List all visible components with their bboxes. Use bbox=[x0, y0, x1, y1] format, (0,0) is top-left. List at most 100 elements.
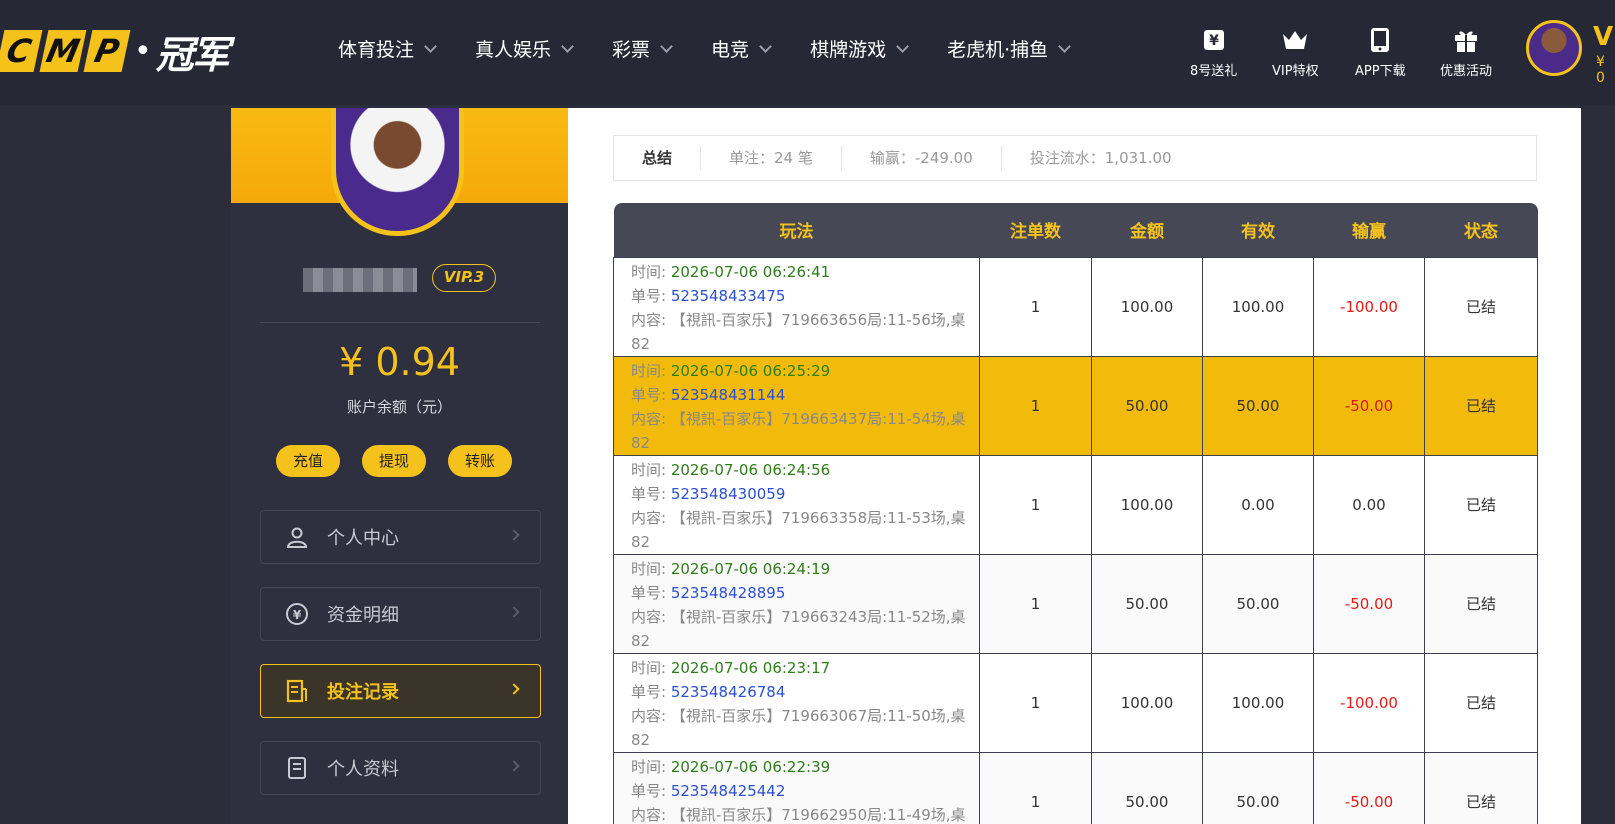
bet-time: 2026-07-06 06:26:41 bbox=[670, 262, 831, 281]
summary-bet-count: 单注：24 笔 bbox=[701, 146, 842, 170]
avatar bbox=[331, 108, 464, 236]
bet-records-table: 玩法 注单数 金额 有效 输赢 状态 时间: 2026-07-06 06:26:… bbox=[613, 203, 1538, 824]
bet-info-cell: 时间: 2026-07-06 06:25:29 单号: 523548431144… bbox=[613, 355, 980, 456]
logo-dot: • bbox=[134, 33, 152, 69]
sidebar-item-profile[interactable]: 个人资料 bbox=[260, 741, 541, 795]
time-label: 时间: bbox=[631, 757, 667, 776]
nav-sports[interactable]: 体育投注 bbox=[338, 35, 437, 62]
deposit-button[interactable]: 充值 bbox=[276, 445, 340, 477]
gift-box-icon bbox=[1453, 26, 1479, 54]
chevron-down-icon bbox=[759, 39, 772, 53]
quick-link-promotions[interactable]: 优惠活动 bbox=[1440, 26, 1492, 79]
header-avatar[interactable] bbox=[1526, 20, 1582, 76]
nav-label: 彩票 bbox=[612, 39, 651, 61]
order-number[interactable]: 523548433475 bbox=[671, 287, 786, 305]
bet-valid: 0.00 bbox=[1202, 454, 1314, 555]
bet-amount: 100.00 bbox=[1091, 454, 1203, 555]
bet-status: 已结 bbox=[1424, 652, 1538, 753]
nav-card-games[interactable]: 棋牌游戏 bbox=[810, 35, 909, 62]
order-number[interactable]: 523548426784 bbox=[671, 683, 786, 701]
logo-letter: P bbox=[83, 30, 131, 72]
yuan-refresh-icon: ¥ bbox=[285, 602, 309, 626]
quick-link-vip[interactable]: VIP特权 bbox=[1272, 26, 1319, 79]
sidebar-item-fund-details[interactable]: ¥ 资金明细 bbox=[260, 587, 541, 641]
bet-count: 1 bbox=[979, 553, 1092, 654]
table-header-row: 玩法 注单数 金额 有效 输赢 状态 bbox=[613, 203, 1538, 257]
order-number[interactable]: 523548425442 bbox=[671, 782, 786, 800]
order-label: 单号: bbox=[631, 286, 667, 305]
bet-content: 【視訊-百家乐】719662950局:11-49场,桌82 bbox=[670, 805, 966, 824]
table-row[interactable]: 时间: 2026-07-06 06:24:56 单号: 523548430059… bbox=[613, 454, 1538, 555]
account-balance: ¥ 0.94 bbox=[339, 340, 460, 384]
bet-count: 1 bbox=[979, 355, 1092, 456]
table-row[interactable]: 时间: 2026-07-06 06:24:19 单号: 523548428895… bbox=[613, 553, 1538, 654]
bet-amount: 50.00 bbox=[1091, 553, 1203, 654]
sidebar-item-bet-records[interactable]: 投注记录 bbox=[260, 664, 541, 718]
bet-amount: 50.00 bbox=[1091, 355, 1203, 456]
nav-esports[interactable]: 电竞 bbox=[711, 35, 772, 62]
col-header-game: 玩法 bbox=[613, 203, 980, 257]
content-label: 内容: bbox=[631, 706, 667, 725]
withdraw-button[interactable]: 提现 bbox=[362, 445, 426, 477]
table-row[interactable]: 时间: 2026-07-06 06:23:17 单号: 523548426784… bbox=[613, 652, 1538, 753]
order-number[interactable]: 523548431144 bbox=[671, 386, 786, 404]
logo-letter: M bbox=[39, 30, 87, 72]
bet-status: 已结 bbox=[1424, 454, 1538, 555]
bet-status: 已结 bbox=[1424, 256, 1538, 357]
content-label: 内容: bbox=[631, 607, 667, 626]
quick-link-gift-8[interactable]: ¥ 8号送礼 bbox=[1190, 26, 1237, 79]
table-row[interactable]: 时间: 2026-07-06 06:22:39 单号: 523548425442… bbox=[613, 751, 1538, 824]
bet-valid: 50.00 bbox=[1202, 751, 1314, 824]
bet-info-cell: 时间: 2026-07-06 06:26:41 单号: 523548433475… bbox=[613, 256, 980, 357]
quick-link-app[interactable]: APP下载 bbox=[1355, 26, 1406, 79]
header-username[interactable]: V bbox=[1593, 22, 1613, 52]
bet-amount: 100.00 bbox=[1091, 652, 1203, 753]
content-label: 内容: bbox=[631, 508, 667, 527]
bet-content: 【視訊-百家乐】719663243局:11-52场,桌82 bbox=[631, 607, 966, 650]
col-header-amount: 金额 bbox=[1091, 203, 1203, 257]
col-header-win-loss: 输赢 bbox=[1313, 203, 1425, 257]
time-label: 时间: bbox=[631, 361, 667, 380]
account-sidebar: VIP.3 ¥ 0.94 账户余额（元） 充值 提现 转账 个人中心 ¥ 资金明… bbox=[231, 108, 568, 824]
bet-amount: 50.00 bbox=[1091, 751, 1203, 824]
content-label: 内容: bbox=[631, 409, 667, 428]
bet-count: 1 bbox=[979, 652, 1092, 753]
profile-doc-icon bbox=[285, 756, 309, 780]
quick-link-label: 8号送礼 bbox=[1190, 64, 1238, 79]
chevron-right-icon bbox=[508, 606, 520, 618]
order-number[interactable]: 523548428895 bbox=[671, 584, 786, 602]
nav-label: 电竞 bbox=[711, 39, 750, 61]
nav-label: 真人娱乐 bbox=[475, 39, 552, 61]
chevron-right-icon bbox=[508, 760, 520, 772]
bet-valid: 100.00 bbox=[1202, 256, 1314, 357]
table-row[interactable]: 时间: 2026-07-06 06:26:41 单号: 523548433475… bbox=[613, 256, 1538, 357]
order-number[interactable]: 523548430059 bbox=[671, 485, 786, 503]
bet-status: 已结 bbox=[1424, 355, 1538, 456]
nav-label: 老虎机·捕鱼 bbox=[947, 39, 1049, 61]
chevron-down-icon bbox=[561, 39, 574, 53]
sidebar-item-label: 投注记录 bbox=[327, 682, 399, 703]
bet-win-loss: -100.00 bbox=[1313, 256, 1425, 357]
nav-live-casino[interactable]: 真人娱乐 bbox=[475, 35, 574, 62]
bet-valid: 100.00 bbox=[1202, 652, 1314, 753]
cmp-logo[interactable]: C M P • 冠军 bbox=[0, 28, 230, 77]
logo-letters: C M P bbox=[0, 30, 132, 72]
nav-lottery[interactable]: 彩票 bbox=[612, 35, 673, 62]
bet-records-panel: 总结 单注：24 笔 输赢：-249.00 投注流水：1,031.00 玩法 注… bbox=[568, 108, 1581, 824]
bet-time: 2026-07-06 06:22:39 bbox=[670, 757, 831, 776]
nav-slots-fishing[interactable]: 老虎机·捕鱼 bbox=[947, 35, 1071, 62]
logo-cn-text: 冠军 bbox=[155, 32, 230, 77]
bet-win-loss: 0.00 bbox=[1313, 454, 1425, 555]
bet-amount: 100.00 bbox=[1091, 256, 1203, 357]
chevron-down-icon bbox=[660, 39, 673, 53]
table-row[interactable]: 时间: 2026-07-06 06:25:29 单号: 523548431144… bbox=[613, 355, 1538, 456]
col-header-status: 状态 bbox=[1424, 203, 1538, 257]
quick-link-label: VIP特权 bbox=[1272, 64, 1319, 79]
transfer-button[interactable]: 转账 bbox=[448, 445, 512, 477]
summary-bar: 总结 单注：24 笔 输赢：-249.00 投注流水：1,031.00 bbox=[613, 135, 1537, 181]
sidebar-item-personal-center[interactable]: 个人中心 bbox=[260, 510, 541, 564]
bet-valid: 50.00 bbox=[1202, 553, 1314, 654]
phone-icon bbox=[1370, 26, 1390, 54]
chevron-down-icon bbox=[896, 39, 909, 53]
summary-turnover: 投注流水：1,031.00 bbox=[1029, 149, 1172, 167]
